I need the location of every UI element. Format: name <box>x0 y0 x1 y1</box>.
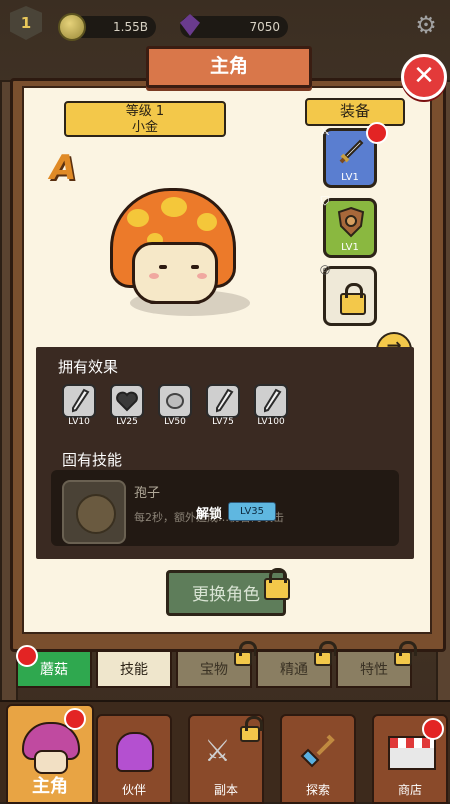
alert-dot <box>366 122 388 144</box>
effect-sword-icon[interactable] <box>254 384 288 418</box>
skill-unlock-label: 解锁 <box>196 507 223 522</box>
alert-dot <box>16 645 38 667</box>
nav-label: 主角 <box>32 776 68 797</box>
effect-level: LV25 <box>116 417 138 427</box>
lock-icon <box>234 641 257 666</box>
skill-unlock-level: LV35 <box>228 502 276 521</box>
lock-icon <box>340 283 366 315</box>
tab-label: 宝物 <box>200 662 228 678</box>
effect-sword-icon[interactable] <box>206 384 240 418</box>
tab-label: 蘑菇 <box>40 662 68 678</box>
nav-label: 商店 <box>397 783 422 797</box>
shield-type-icon: ⛉ <box>320 194 330 208</box>
change-hero-label: 更换角色 <box>192 585 260 605</box>
cap-spot <box>161 197 187 217</box>
tab-label: 技能 <box>120 662 148 678</box>
blush <box>197 273 207 279</box>
lock-icon <box>394 641 417 666</box>
nav-explore[interactable]: 探索 <box>280 714 356 804</box>
hero-grade: A <box>50 148 77 188</box>
tab-label: 特性 <box>360 662 388 678</box>
mushroom-face <box>132 242 218 304</box>
hero-name: 小金 <box>131 120 158 135</box>
lock-icon <box>240 716 263 742</box>
effect-sword-icon[interactable] <box>62 384 96 418</box>
sword-icon <box>339 139 364 164</box>
close-button[interactable]: ✕ <box>401 54 447 100</box>
spore-skill-icon <box>62 480 126 544</box>
gem-value: 7050 <box>249 20 280 34</box>
player-level-badge[interactable]: 1 <box>10 6 42 40</box>
nav-label: 探索 <box>305 783 330 797</box>
mushroom-icon-face <box>34 750 68 774</box>
player-level-value: 1 <box>20 14 32 32</box>
shield-icon <box>337 206 365 238</box>
nav-label: 副本 <box>213 783 238 797</box>
effect-heart-icon[interactable] <box>110 384 144 418</box>
sword-type-icon: ⚔ <box>319 124 331 138</box>
shovel-icon <box>298 730 338 770</box>
alert-dot <box>422 718 444 740</box>
cap-spot <box>197 213 217 231</box>
skills-title: 固有技能 <box>62 451 123 469</box>
gear-icon[interactable]: ⚙ <box>414 13 438 37</box>
effect-orb-icon[interactable] <box>158 384 192 418</box>
alert-dot <box>64 708 86 730</box>
equip-level: LV1 <box>341 242 359 253</box>
eye <box>159 265 167 269</box>
ghost-icon <box>116 732 154 772</box>
equipment-title: 装备 <box>305 98 405 126</box>
effect-level: LV100 <box>257 417 285 427</box>
nav-companion[interactable]: 伙伴 <box>96 714 172 804</box>
cap-spot <box>127 209 149 227</box>
effect-level: LV50 <box>164 417 186 427</box>
tab-skills[interactable]: 技能 <box>96 650 172 688</box>
nav-label: 伙伴 <box>121 783 146 797</box>
coin-icon <box>58 13 86 41</box>
tab-label: 精通 <box>280 662 308 678</box>
level-ribbon: 等级 1 小金 <box>64 101 226 137</box>
crossed-swords-icon: ⚔ <box>204 734 231 769</box>
shop-icon <box>388 736 436 770</box>
equip-level: LV1 <box>341 172 359 183</box>
top-bar: 1 1.55B 7050 ⚙ <box>0 0 450 48</box>
coin-value: 1.55B <box>113 20 148 34</box>
effects-title: 拥有效果 <box>58 358 119 376</box>
blush <box>149 273 159 279</box>
ring-type-icon: ◎ <box>319 262 331 276</box>
effect-level: LV75 <box>212 417 234 427</box>
page-title: 主角 <box>146 46 312 88</box>
spore-orb <box>76 494 116 534</box>
hero-level: 等级 1 <box>125 104 165 119</box>
skill-name: 孢子 <box>134 486 161 501</box>
lock-icon <box>264 568 290 600</box>
lock-icon <box>314 641 337 666</box>
eye <box>191 265 199 269</box>
effect-level: LV10 <box>68 417 90 427</box>
